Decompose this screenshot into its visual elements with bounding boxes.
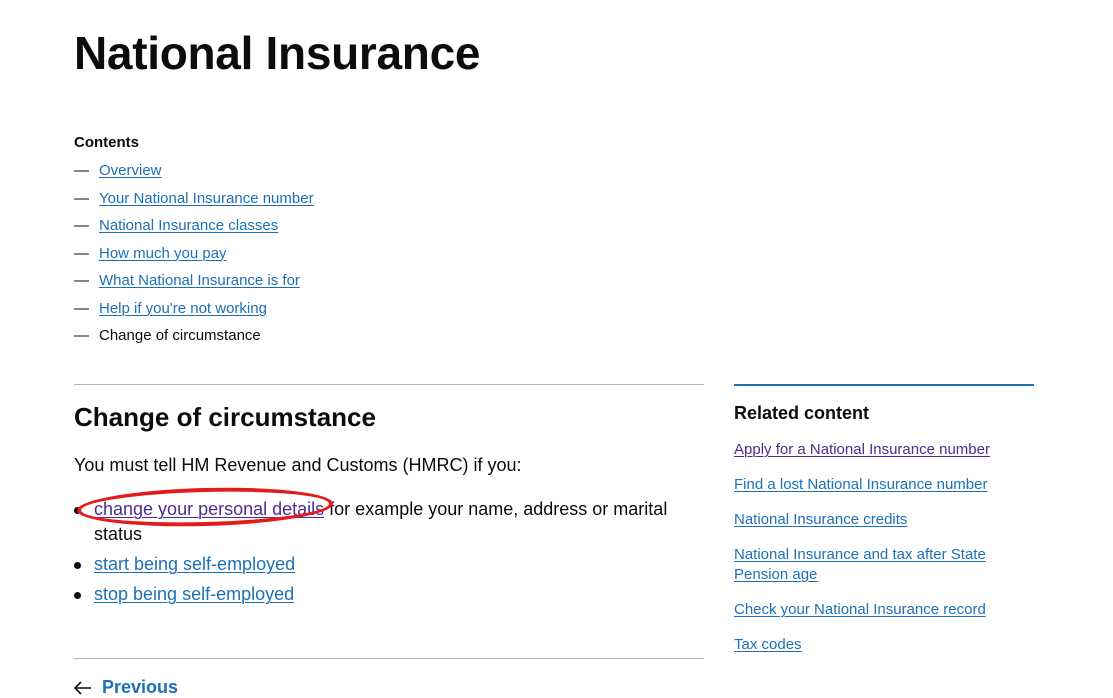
contents-link-classes[interactable]: National Insurance classes xyxy=(99,217,278,234)
contents-item-overview: — Overview xyxy=(74,161,674,189)
bullet-dot xyxy=(74,592,81,599)
main-content: Change of circumstance You must tell HM … xyxy=(74,384,704,612)
related-link-check-record[interactable]: Check your National Insurance record xyxy=(734,601,986,618)
contents-link-how-much[interactable]: How much you pay xyxy=(99,245,227,262)
highlighted-link-wrapper: change your personal details xyxy=(76,484,334,530)
related-links-list: Apply for a National Insurance number Fi… xyxy=(734,440,1034,655)
previous-link[interactable]: Previous xyxy=(74,677,178,698)
bullet-list: change your personal details for example… xyxy=(74,484,704,607)
related-link-apply[interactable]: Apply for a National Insurance number xyxy=(734,441,990,458)
related-item: National Insurance and tax after State P… xyxy=(734,545,1034,585)
contents-item-not-working: — Help if you're not working xyxy=(74,299,674,327)
related-item: Apply for a National Insurance number xyxy=(734,440,1034,460)
contents-item-how-much: — How much you pay xyxy=(74,244,674,272)
contents-item-current: — Change of circumstance xyxy=(74,326,674,354)
pagination: Previous xyxy=(74,658,704,697)
contents-link-overview[interactable]: Overview xyxy=(99,162,162,179)
dash: — xyxy=(74,272,89,289)
related-link-credits[interactable]: National Insurance credits xyxy=(734,511,907,528)
dash: — xyxy=(74,244,89,262)
bullet-item: start being self-employed xyxy=(74,552,704,577)
arrow-left-icon xyxy=(74,680,91,695)
related-content-title: Related content xyxy=(734,403,870,423)
related-item: Tax codes xyxy=(734,635,1034,655)
section-title: Change of circumstance xyxy=(74,402,376,432)
dash: — xyxy=(74,327,89,344)
related-item: National Insurance credits xyxy=(734,510,1034,530)
contents-heading: Contents xyxy=(74,134,139,151)
bullet-item: change your personal details for example… xyxy=(74,484,704,547)
contents-current-page: Change of circumstance xyxy=(99,327,261,344)
change-personal-details-link[interactable]: change your personal details xyxy=(94,499,324,519)
contents-link-number[interactable]: Your National Insurance number xyxy=(99,190,314,207)
previous-label: Previous xyxy=(102,677,179,697)
contents-link-what-for[interactable]: What National Insurance is for xyxy=(99,272,300,289)
related-content: Related content Apply for a National Ins… xyxy=(734,384,1034,670)
contents-link-not-working[interactable]: Help if you're not working xyxy=(99,300,267,317)
dash: — xyxy=(74,299,89,317)
related-link-tax-codes[interactable]: Tax codes xyxy=(734,636,802,653)
dash: — xyxy=(74,162,89,179)
intro-text: You must tell HM Revenue and Customs (HM… xyxy=(74,455,522,475)
bullet-dot xyxy=(74,562,81,569)
dash: — xyxy=(74,189,89,207)
bullet-item: stop being self-employed xyxy=(74,582,704,607)
related-link-find-lost[interactable]: Find a lost National Insurance number xyxy=(734,476,987,493)
page-title: National Insurance xyxy=(74,27,481,79)
dash: — xyxy=(74,217,89,234)
contents-item-number: — Your National Insurance number xyxy=(74,189,674,217)
contents-item-classes: — National Insurance classes xyxy=(74,216,674,244)
bullet-dot xyxy=(74,507,81,514)
contents-item-what-for: — What National Insurance is for xyxy=(74,271,674,299)
contents-nav: Contents — Overview — Your National Insura… xyxy=(74,133,674,354)
start-self-employed-link[interactable]: start being self-employed xyxy=(94,554,295,574)
related-item: Check your National Insurance record xyxy=(734,600,1034,620)
related-link-state-pension[interactable]: National Insurance and tax after State P… xyxy=(734,546,986,583)
contents-list: — Overview — Your National Insurance numbe… xyxy=(74,161,674,354)
stop-self-employed-link[interactable]: stop being self-employed xyxy=(94,584,294,604)
related-item: Find a lost National Insurance number xyxy=(734,475,1034,495)
